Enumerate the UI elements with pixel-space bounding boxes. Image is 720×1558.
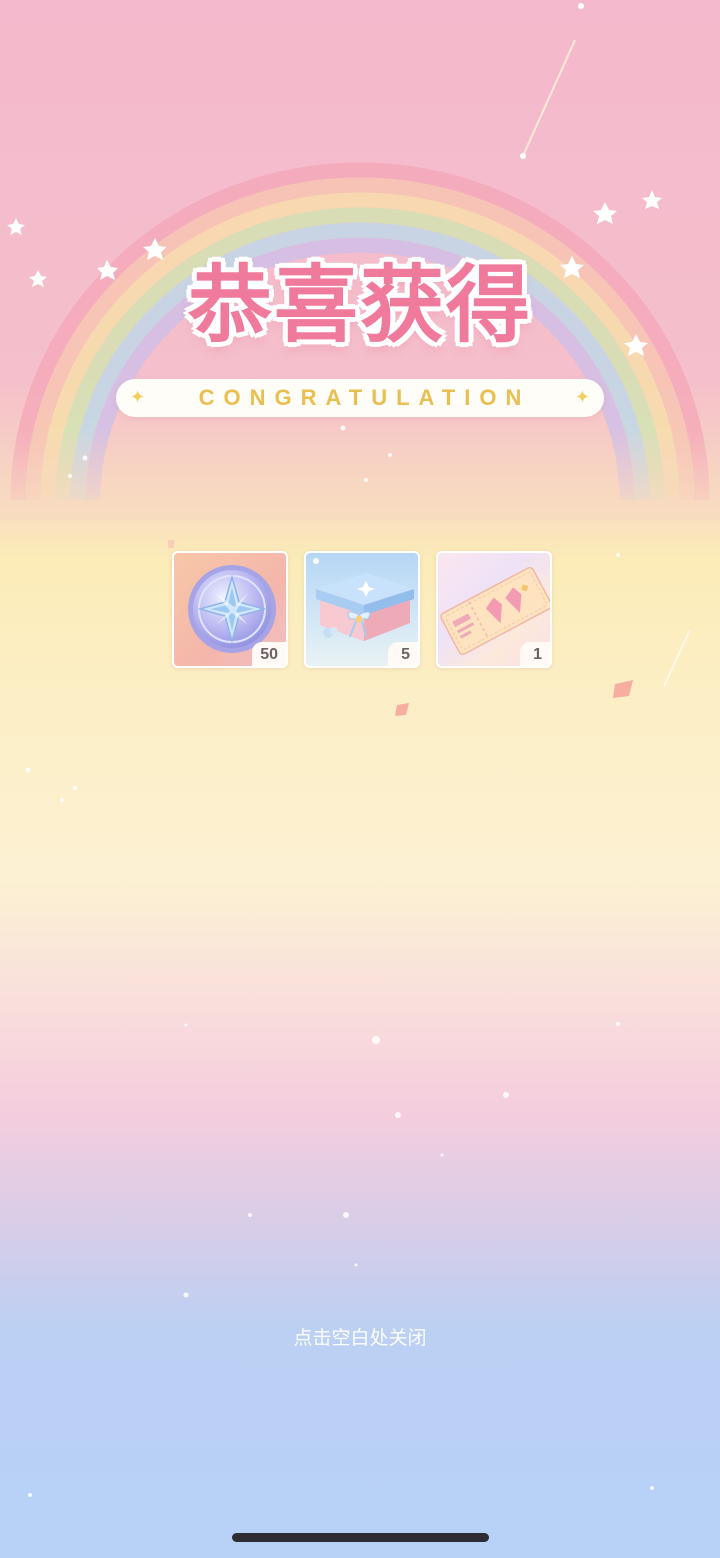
reward-popup-overlay[interactable]: 恭喜获得 ✦ CONGRATULATION ✦ 50 5 1 点击空白处关闭 — [0, 0, 720, 1558]
home-indicator[interactable] — [232, 1533, 489, 1542]
tap-to-close-hint: 点击空白处关闭 — [293, 1327, 427, 1349]
